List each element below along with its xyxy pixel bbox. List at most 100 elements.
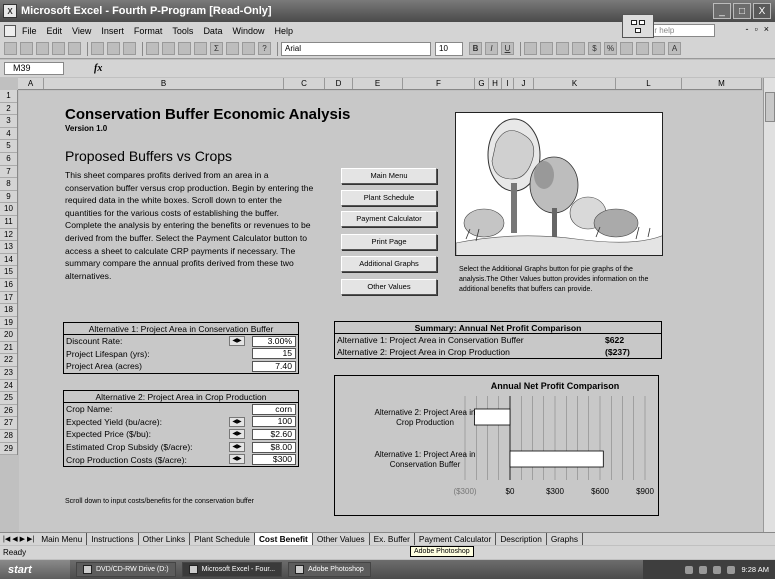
copy-icon[interactable] — [162, 42, 175, 55]
menu-data[interactable]: Data — [203, 26, 222, 36]
expected-yield-value[interactable]: 100 — [252, 416, 296, 428]
autosum-icon[interactable]: Σ — [210, 42, 223, 55]
column-header-h[interactable]: H — [489, 78, 502, 89]
tray-icon[interactable] — [727, 565, 736, 574]
fx-icon[interactable]: fx — [94, 63, 102, 74]
column-header-m[interactable]: M — [682, 78, 762, 89]
expected-yield-spinner[interactable]: ◀▶ — [229, 416, 245, 427]
tab-other-values[interactable]: Other Values — [313, 533, 370, 545]
production-costs-spinner[interactable]: ◀▶ — [229, 454, 245, 465]
plant-schedule-button[interactable]: Plant Schedule — [341, 190, 437, 206]
menu-help[interactable]: Help — [274, 26, 293, 36]
fill-color-icon[interactable] — [652, 42, 665, 55]
vertical-scroll-thumb[interactable] — [765, 92, 775, 122]
taskbar-photoshop[interactable]: Adobe Photoshop — [288, 562, 371, 577]
column-header-c[interactable]: C — [284, 78, 325, 89]
permission-icon[interactable] — [52, 42, 65, 55]
crop-name-value[interactable]: corn — [252, 403, 296, 415]
project-area-value[interactable]: 7.40 — [252, 360, 296, 372]
row-header[interactable]: 8 — [0, 178, 17, 191]
menu-file[interactable]: File — [22, 26, 37, 36]
bold-button[interactable]: B — [469, 42, 482, 55]
project-lifespan-value[interactable]: 15 — [252, 348, 296, 360]
production-costs-value[interactable]: $300 — [252, 454, 296, 466]
taskbar-excel[interactable]: Microsoft Excel - Four... — [181, 562, 283, 577]
cut-icon[interactable] — [146, 42, 159, 55]
column-header-b[interactable]: B — [44, 78, 284, 89]
worksheet[interactable]: Conservation Buffer Economic Analysis Ve… — [19, 91, 763, 532]
column-header-e[interactable]: E — [353, 78, 403, 89]
row-header[interactable]: 14 — [0, 254, 17, 267]
print-page-button[interactable]: Print Page — [341, 234, 437, 250]
align-left-icon[interactable] — [524, 42, 537, 55]
menu-tools[interactable]: Tools — [172, 26, 193, 36]
doc-restore-button[interactable]: ▫ — [755, 24, 758, 34]
row-header[interactable]: 25 — [0, 392, 17, 405]
tab-main-menu[interactable]: Main Menu — [37, 533, 88, 545]
chart-wizard-icon[interactable] — [242, 42, 255, 55]
underline-button[interactable]: U — [501, 42, 514, 55]
font-color-icon[interactable]: A — [668, 42, 681, 55]
row-header[interactable]: 2 — [0, 103, 17, 116]
discount-rate-spinner[interactable]: ◀▶ — [229, 336, 245, 346]
column-header-f[interactable]: F — [403, 78, 475, 89]
crop-subsidy-spinner[interactable]: ◀▶ — [229, 441, 245, 452]
row-header[interactable]: 1 — [0, 90, 17, 103]
undo-icon[interactable] — [178, 42, 191, 55]
row-header[interactable]: 27 — [0, 417, 17, 431]
last-tab-icon[interactable]: ▶| — [27, 535, 34, 543]
name-box[interactable]: M39 — [4, 62, 64, 75]
taskbar-dvd-drive[interactable]: DVD/CD-RW Drive (D:) — [76, 562, 176, 577]
row-header[interactable]: 7 — [0, 166, 17, 179]
align-right-icon[interactable] — [556, 42, 569, 55]
print-preview-icon[interactable] — [107, 42, 120, 55]
buffer-illustration-image[interactable] — [455, 112, 663, 256]
tab-other-links[interactable]: Other Links — [139, 533, 191, 545]
decrease-indent-icon[interactable] — [620, 42, 633, 55]
save-icon[interactable] — [36, 42, 49, 55]
close-button[interactable]: X — [753, 3, 771, 19]
row-header[interactable]: 6 — [0, 153, 17, 166]
discount-rate-value[interactable]: 3.00% — [252, 335, 296, 347]
row-header[interactable]: 24 — [0, 380, 17, 393]
align-center-icon[interactable] — [540, 42, 553, 55]
column-header-j[interactable]: J — [514, 78, 534, 89]
column-header-i[interactable]: I — [502, 78, 514, 89]
row-header[interactable]: 3 — [0, 115, 17, 128]
row-header[interactable]: 22 — [0, 354, 17, 368]
excel-app-icon[interactable]: X — [3, 4, 17, 18]
row-header[interactable]: 13 — [0, 241, 17, 254]
row-header[interactable]: 4 — [0, 128, 17, 141]
row-header[interactable]: 28 — [0, 430, 17, 443]
row-header[interactable]: 29 — [0, 443, 17, 456]
row-header[interactable]: 21 — [0, 342, 17, 355]
spelling-icon[interactable] — [123, 42, 136, 55]
row-header[interactable]: 9 — [0, 191, 17, 204]
column-header-d[interactable]: D — [325, 78, 353, 89]
row-header[interactable]: 12 — [0, 229, 17, 242]
tab-graphs[interactable]: Graphs — [547, 533, 584, 545]
open-icon[interactable] — [20, 42, 33, 55]
tray-icon[interactable] — [685, 565, 694, 574]
merge-center-icon[interactable] — [572, 42, 585, 55]
other-values-button[interactable]: Other Values — [341, 279, 437, 295]
start-button[interactable]: start — [0, 560, 70, 579]
tab-cost-benefit[interactable]: Cost Benefit — [254, 533, 313, 545]
row-header[interactable]: 18 — [0, 304, 17, 317]
column-header-k[interactable]: K — [534, 78, 616, 89]
row-header[interactable]: 23 — [0, 367, 17, 380]
additional-graphs-button[interactable]: Additional Graphs — [341, 256, 437, 272]
column-header-g[interactable]: G — [475, 78, 489, 89]
minimize-button[interactable]: _ — [713, 3, 731, 19]
tab-instructions[interactable]: Instructions — [87, 533, 139, 545]
tab-plant-schedule[interactable]: Plant Schedule — [190, 533, 255, 545]
italic-button[interactable]: I — [485, 42, 498, 55]
main-menu-button[interactable]: Main Menu — [341, 168, 437, 184]
first-tab-icon[interactable]: |◀ — [3, 535, 10, 543]
payment-calculator-button[interactable]: Payment Calculator — [341, 211, 437, 227]
print-icon[interactable] — [91, 42, 104, 55]
currency-button[interactable]: $ — [588, 42, 601, 55]
percent-button[interactable]: % — [604, 42, 617, 55]
row-header[interactable]: 15 — [0, 266, 17, 279]
doc-minimize-button[interactable]: - — [746, 24, 749, 34]
